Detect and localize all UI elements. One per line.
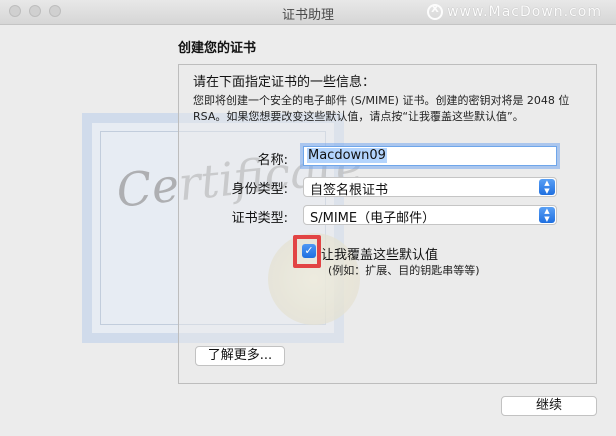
certificate-assistant-window: 证书助理 www.MacDown.com 创建您的证书 Certificate …	[0, 0, 616, 436]
description-line-2: RSA。如果您想要改变这些默认值，请点按“让我覆盖这些默认值”。	[193, 110, 524, 123]
description-text: 您即将创建一个安全的电子邮件 (S/MIME) 证书。创建的密钥对将是 2048…	[193, 93, 588, 125]
chevron-up-down-icon: ▲ ▼	[539, 179, 555, 195]
description-line-1: 您即将创建一个安全的电子邮件 (S/MIME) 证书。创建的密钥对将是 2048…	[193, 94, 570, 107]
macdown-logo-icon	[427, 4, 444, 20]
continue-button[interactable]: 继续	[501, 396, 597, 416]
intro-text: 请在下面指定证书的一些信息：	[193, 75, 376, 90]
certificate-type-select[interactable]: S/MIME（电子邮件） ▲ ▼	[303, 205, 557, 226]
watermark-text: www.MacDown.com	[447, 4, 602, 20]
override-defaults-hint: (例如：扩展、目的钥匙串等等)	[328, 264, 480, 277]
title-bar: 证书助理 www.MacDown.com	[0, 0, 616, 25]
identity-type-value: 自签名根证书	[310, 183, 389, 198]
certificate-type-label: 证书类型:	[231, 211, 288, 226]
chevron-up-down-icon: ▲ ▼	[539, 207, 555, 223]
name-label: 名称:	[257, 153, 288, 168]
override-defaults-label[interactable]: 让我覆盖这些默认值	[321, 244, 438, 263]
highlight-box	[293, 235, 321, 268]
identity-type-label: 身份类型:	[231, 182, 288, 197]
watermark: www.MacDown.com	[427, 3, 602, 21]
name-input-value: Macdown09	[307, 148, 387, 163]
learn-more-button[interactable]: 了解更多...	[195, 346, 285, 366]
certificate-type-value: S/MIME（电子邮件）	[310, 211, 436, 226]
page-heading: 创建您的证书	[178, 41, 257, 56]
name-input[interactable]: Macdown09	[303, 146, 557, 166]
identity-type-select[interactable]: 自签名根证书 ▲ ▼	[303, 177, 557, 198]
